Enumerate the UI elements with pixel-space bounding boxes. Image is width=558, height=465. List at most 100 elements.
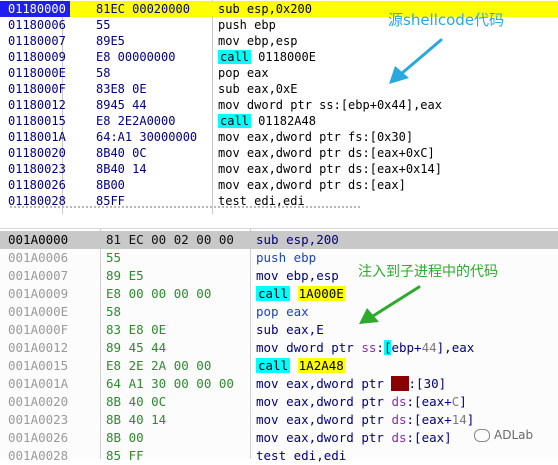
address: 001A0023 [8,412,69,427]
disasm-row[interactable]: 0118000F 83E8 0E sub eax,0xE [0,81,558,97]
address: 01180012 [8,98,66,112]
address: 001A0012 [8,340,69,355]
opcode-bytes: 89 E5 [106,268,144,283]
wechat-icon [474,429,490,442]
watermark-text: ADLab [494,428,534,442]
opcode-bytes: 8B 40 14 [106,412,167,427]
annotation-source-shellcode: 源shellcode代码 [388,11,505,29]
opcode-bytes: 8B40 0C [96,146,147,160]
disasm-row[interactable]: 01180007 89E5 mov ebp,esp [0,33,558,49]
instruction-text: call 1A2A48 [256,358,345,373]
instruction: test edi,edi [256,448,347,463]
instruction: mov eax,dword ptr ds:[eax] [256,430,452,445]
disasm-row[interactable]: 01180015 E8 2E2A0000 call 01182A48 [0,113,558,129]
disasm-row[interactable]: 0118000E 58 pop eax [0,65,558,81]
opcode-bytes: 89 45 44 [106,340,167,355]
opcode-bytes: E8 00000000 [96,50,176,64]
disasm-row[interactable]: 001A0020 8B 40 0C mov eax,dword ptr ds:[… [0,393,558,411]
disasm-row[interactable]: 001A000F 83 E8 0E sub eax,E [0,321,558,339]
opcode-bytes: 64:A1 30000000 [96,130,198,144]
opcode-bytes: 8B40 14 [96,162,147,176]
address: 01180007 [8,34,66,48]
opcode-bytes: 8B 40 0C [106,394,167,409]
opcode-bytes: 83E8 0E [96,82,147,96]
annotation-arrow-icon [389,38,443,84]
disasm-row[interactable]: 0118001A 64:A1 30000000 mov eax,dword pt… [0,129,558,145]
address: 0118000F [8,82,66,96]
disasm-row[interactable]: 001A0012 89 45 44 mov dword ptr ss:[ebp+… [0,339,558,357]
annotation-arrow-icon [359,285,421,324]
instruction: sub eax,E [256,322,324,337]
address: 01180006 [8,18,66,32]
opcode-bytes: 64 A1 30 00 00 00 [106,376,234,391]
cropped-row-remnant [10,206,360,211]
instruction: mov ebp,esp [218,34,298,48]
opcode-bytes: 83 E8 0E [106,322,167,337]
address: 001A001A [8,376,69,391]
olly-disassembly-panel: 01180000 81EC 00020000 sub esp,0x200 011… [0,0,558,214]
address: 001A0009 [8,286,69,301]
opcode-bytes: E8 2E 2A 00 00 [106,358,212,373]
instruction-text: call 1A000E [256,286,345,301]
instruction: push ebp [256,250,317,265]
instruction: mov eax,dword ptr fs:[0x30] [218,130,414,144]
instruction: mov eax,dword ptr ds:[eax+0xC] [218,146,435,160]
disasm-row[interactable]: 001A000E 58 pop eax [0,303,558,321]
instruction: push ebp [218,18,276,32]
opcode-bytes: 55 [106,250,122,265]
instruction: mov dword ptr ss:[ebp+44],eax [256,340,475,355]
address: 001A0028 [8,448,69,463]
address: 01180000 [0,1,70,17]
instruction: call 01182A48 [218,113,316,129]
instruction: mov eax,dword ptr ds:[eax+14] [256,412,475,427]
disasm-row[interactable]: 01180009 E8 00000000 call 0118000E [0,49,558,65]
opcode-bytes: 8B 00 [106,430,144,445]
opcode-bytes: 58 [96,66,111,80]
instruction: pop eax [218,66,269,80]
address: 001A0000 [8,232,69,247]
disasm-row[interactable]: 001A0028 85 FF test edi,edi [0,447,558,465]
opcode-bytes: 58 [106,304,122,319]
instruction: mov eax,dword ptr fs:[30] [256,376,447,391]
instruction: sub esp,200 [256,232,339,247]
address: 001A0015 [8,358,69,373]
disasm-row[interactable]: 01180023 8B40 14 mov eax,dword ptr ds:[e… [0,161,558,177]
disasm-row[interactable]: 001A0009 E8 00 00 00 00 call 1A000E [0,285,558,303]
instruction: mov eax,dword ptr ds:[eax+C] [256,394,467,409]
panel-gap [0,214,558,228]
call-target: 01182A48 [250,114,316,128]
address: 01180009 [8,50,66,64]
opcode-bytes: 8945 44 [96,98,147,112]
call-target: 0118000E [250,50,316,64]
disasm-row[interactable]: 001A001A 64 A1 30 00 00 00 mov eax,dword… [0,375,558,393]
instruction: sub esp,0x200 [218,2,312,16]
opcode-bytes: E8 2E2A0000 [96,114,176,128]
instruction: mov dword ptr ss:[ebp+0x44],eax [218,98,442,112]
disasm-row[interactable]: 001A0000 81 EC 00 02 00 00 sub esp,200 [0,231,558,249]
call-mnemonic: call [218,114,251,128]
instruction: mov eax,dword ptr ds:[eax+0x14] [218,162,442,176]
instruction: sub eax,0xE [218,82,298,96]
disasm-row[interactable]: 001A0015 E8 2E 2A 00 00 call 1A2A48 [0,357,558,375]
address: 01180026 [8,178,66,192]
address: 001A000F [8,322,69,337]
address: 001A0006 [8,250,69,265]
address: 001A000E [8,304,69,319]
address: 01180023 [8,162,66,176]
disasm-row[interactable]: 01180026 8B00 mov eax,dword ptr ds:[eax] [0,177,558,193]
call-mnemonic: call [218,50,251,64]
address: 0118001A [8,130,66,144]
address: 01180020 [8,146,66,160]
disasm-row[interactable]: 01180012 8945 44 mov dword ptr ss:[ebp+0… [0,97,558,113]
opcode-bytes: 89E5 [96,34,125,48]
watermark: ADLab [474,426,533,444]
address: 001A0007 [8,268,69,283]
instruction: call 1A2A48 [256,357,345,375]
disasm-row[interactable]: 01180020 8B40 0C mov eax,dword ptr ds:[e… [0,145,558,161]
opcode-bytes: 55 [96,18,111,32]
instruction: pop eax [256,304,309,319]
instruction: mov eax,dword ptr ds:[eax] [218,178,406,192]
opcode-bytes: 8B00 [96,178,125,192]
address: 01180015 [8,114,66,128]
instruction: call 0118000E [218,49,316,65]
